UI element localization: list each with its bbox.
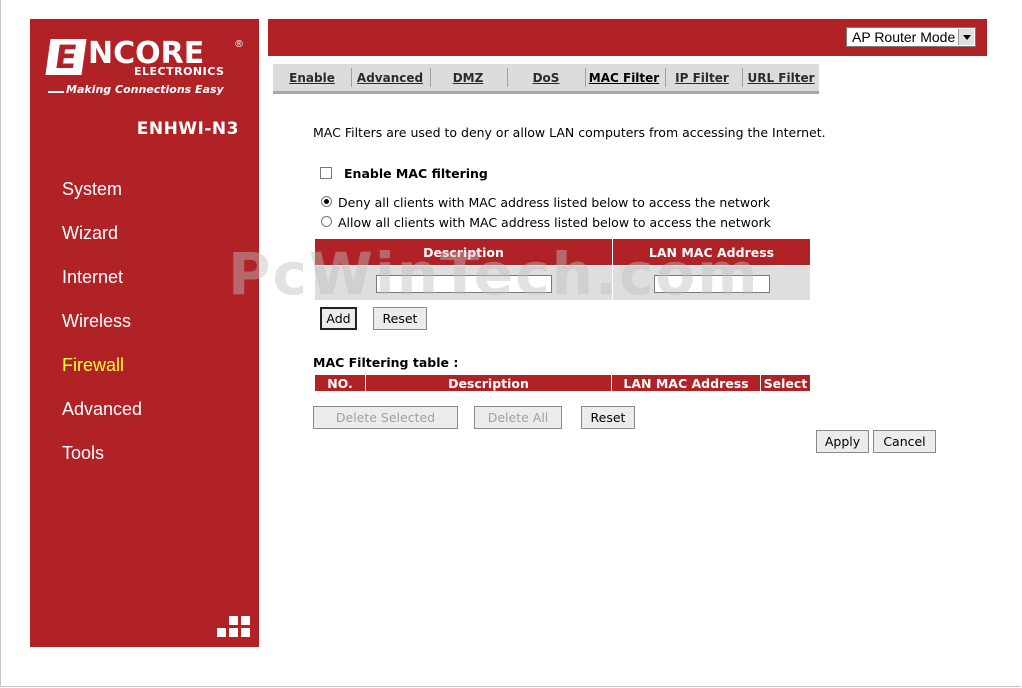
mac-filtering-table: NO. Description LAN MAC Address Select (314, 374, 811, 392)
delete-selected-button[interactable]: Delete Selected (313, 406, 458, 429)
enable-row: Enable MAC filtering (320, 166, 488, 181)
intro-text: MAC Filters are used to deny or allow LA… (313, 125, 826, 140)
tab-mac-filter[interactable]: MAC Filter (587, 64, 661, 91)
tagline-dash (48, 91, 64, 93)
sidebar-nav: System Wizard Internet Wireless Firewall… (62, 177, 252, 485)
sidebar-item-system[interactable]: System (62, 177, 252, 221)
cancel-button[interactable]: Cancel (873, 430, 936, 453)
sidebar-item-wireless[interactable]: Wireless (62, 309, 252, 353)
logo-subtitle: ELECTRONICS (134, 65, 225, 78)
deny-radio-label: Deny all clients with MAC address listed… (338, 195, 771, 210)
enable-mac-filtering-checkbox[interactable] (320, 166, 332, 179)
sidebar-item-advanced[interactable]: Advanced (62, 397, 252, 441)
mode-select-value: AP Router Mode (852, 29, 956, 45)
registered-mark: ® (234, 39, 244, 50)
enable-mac-filtering-label: Enable MAC filtering (344, 166, 488, 181)
tab-dos[interactable]: DoS (511, 64, 581, 91)
reset-table-button[interactable]: Reset (581, 406, 635, 429)
deny-row: Deny all clients with MAC address listed… (321, 195, 770, 210)
apply-button[interactable]: Apply (816, 430, 869, 453)
allow-radio-label: Allow all clients with MAC address liste… (338, 215, 771, 230)
entry-header-mac: LAN MAC Address (612, 238, 811, 266)
allow-radio[interactable] (321, 216, 332, 227)
sidebar-item-wizard[interactable]: Wizard (62, 221, 252, 265)
tab-url-filter[interactable]: URL Filter (744, 64, 818, 91)
reset-entry-button[interactable]: Reset (373, 307, 427, 330)
list-header-select: Select (760, 374, 811, 392)
list-header-mac: LAN MAC Address (611, 374, 761, 392)
entry-header-description: Description (314, 238, 613, 266)
grid-icon (217, 616, 250, 638)
sidebar-item-tools[interactable]: Tools (62, 441, 252, 485)
sidebar-item-firewall[interactable]: Firewall (62, 353, 252, 397)
tab-dmz[interactable]: DMZ (433, 64, 503, 91)
list-header-description: Description (365, 374, 612, 392)
mode-select[interactable]: AP Router Mode (846, 27, 976, 47)
mac-filtering-table-title: MAC Filtering table : (313, 355, 459, 370)
description-input[interactable] (375, 274, 552, 293)
entry-table: Description LAN MAC Address (314, 238, 811, 301)
tab-advanced[interactable]: Advanced (353, 64, 427, 91)
sidebar: E NCORE ® ELECTRONICS Making Connections… (30, 19, 259, 647)
model-name: ENHWI-N3 (136, 119, 239, 139)
tab-ip-filter[interactable]: IP Filter (667, 64, 737, 91)
delete-all-button[interactable]: Delete All (474, 406, 562, 429)
top-bar: AP Router Mode (268, 19, 987, 56)
allow-row: Allow all clients with MAC address liste… (321, 215, 771, 230)
add-button[interactable]: Add (320, 307, 357, 330)
mac-address-input[interactable] (653, 274, 770, 293)
tab-enable[interactable]: Enable (279, 64, 345, 91)
logo-e-mark: E (45, 38, 87, 76)
chevron-down-icon[interactable] (958, 29, 974, 45)
sidebar-item-internet[interactable]: Internet (62, 265, 252, 309)
encore-logo: E NCORE ® ELECTRONICS (45, 36, 244, 79)
list-header-no: NO. (314, 374, 366, 392)
deny-radio[interactable] (321, 196, 332, 207)
firewall-tabs: Enable Advanced DMZ DoS MAC Filter IP Fi… (273, 64, 819, 94)
tagline: Making Connections Easy (66, 83, 224, 96)
